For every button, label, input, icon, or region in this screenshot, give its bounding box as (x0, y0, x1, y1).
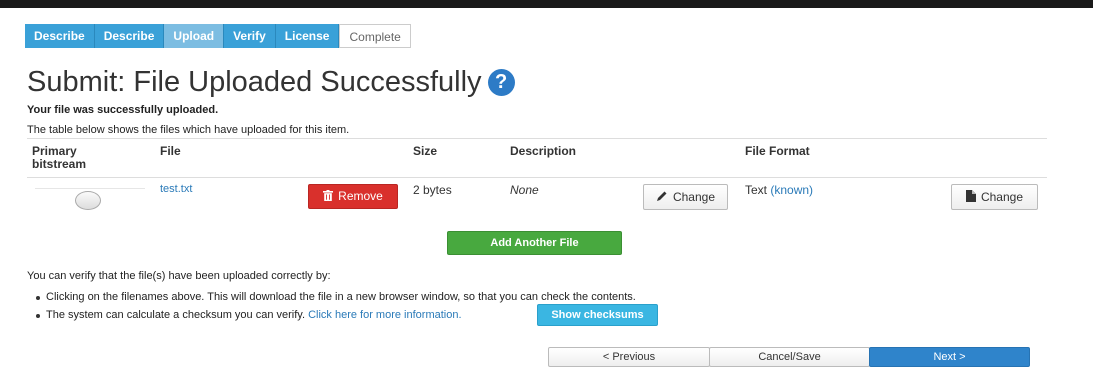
step-complete: Complete (339, 24, 411, 48)
table-header-border (27, 177, 1047, 178)
header-primary-line2: bitstream (32, 157, 87, 171)
verify-bullet-2: The system can calculate a checksum you … (36, 309, 462, 321)
step-license[interactable]: License (275, 24, 340, 48)
header-file-format: File Format (745, 144, 810, 158)
next-button[interactable]: Next > (869, 347, 1030, 367)
page-title-text: Submit: File Uploaded Successfully (27, 66, 482, 98)
trash-icon (323, 190, 334, 201)
step-verify[interactable]: Verify (224, 24, 276, 48)
table-intro: The table below shows the files which ha… (27, 124, 350, 136)
step-upload[interactable]: Upload (164, 24, 225, 48)
header-file: File (160, 144, 181, 158)
remove-label: Remove (338, 189, 383, 203)
checksum-info-link[interactable]: Click here for more information. (308, 309, 461, 321)
file-description: None (510, 183, 539, 197)
pencil-icon (656, 191, 667, 201)
cancel-save-button[interactable]: Cancel/Save (709, 347, 870, 367)
file-icon (965, 190, 976, 202)
verify-bullet-1: Clicking on the filenames above. This wi… (36, 291, 636, 303)
verify-intro: You can verify that the file(s) have bee… (27, 270, 331, 282)
show-checksums-button[interactable]: Show checksums (537, 304, 658, 326)
table-top-border (27, 138, 1047, 139)
file-format: Text (known) (745, 183, 813, 197)
change-description-label: Change (672, 190, 716, 204)
format-support-link[interactable]: (known) (770, 183, 813, 197)
top-bar (0, 0, 1093, 8)
verify-bullet-2-text: The system can calculate a checksum you … (46, 309, 306, 321)
success-message: Your file was successfully uploaded. (27, 104, 219, 116)
previous-button[interactable]: < Previous (548, 347, 710, 367)
remove-button[interactable]: Remove (308, 184, 398, 209)
file-size: 2 bytes (413, 183, 452, 197)
step-describe-1[interactable]: Describe (25, 24, 95, 48)
add-another-file-button[interactable]: Add Another File (447, 231, 622, 255)
file-link[interactable]: test.txt (160, 183, 192, 195)
help-icon[interactable]: ? (487, 69, 515, 96)
change-format-button[interactable]: Change (951, 184, 1038, 210)
file-format-text: Text (745, 183, 768, 197)
header-primary-line1: Primary (32, 144, 77, 158)
change-description-button[interactable]: Change (643, 184, 728, 210)
primary-bitstream-radio[interactable] (75, 191, 101, 210)
page-title: Submit: File Uploaded Successfully? (27, 66, 515, 99)
progress-steps: Describe Describe Upload Verify License … (25, 24, 411, 48)
header-size: Size (413, 144, 438, 158)
header-description: Description (510, 144, 577, 158)
radio-divider (35, 188, 145, 189)
change-format-label: Change (980, 190, 1024, 204)
header-primary-bitstream: Primary bitstream (32, 145, 86, 171)
step-describe-2[interactable]: Describe (94, 24, 165, 48)
